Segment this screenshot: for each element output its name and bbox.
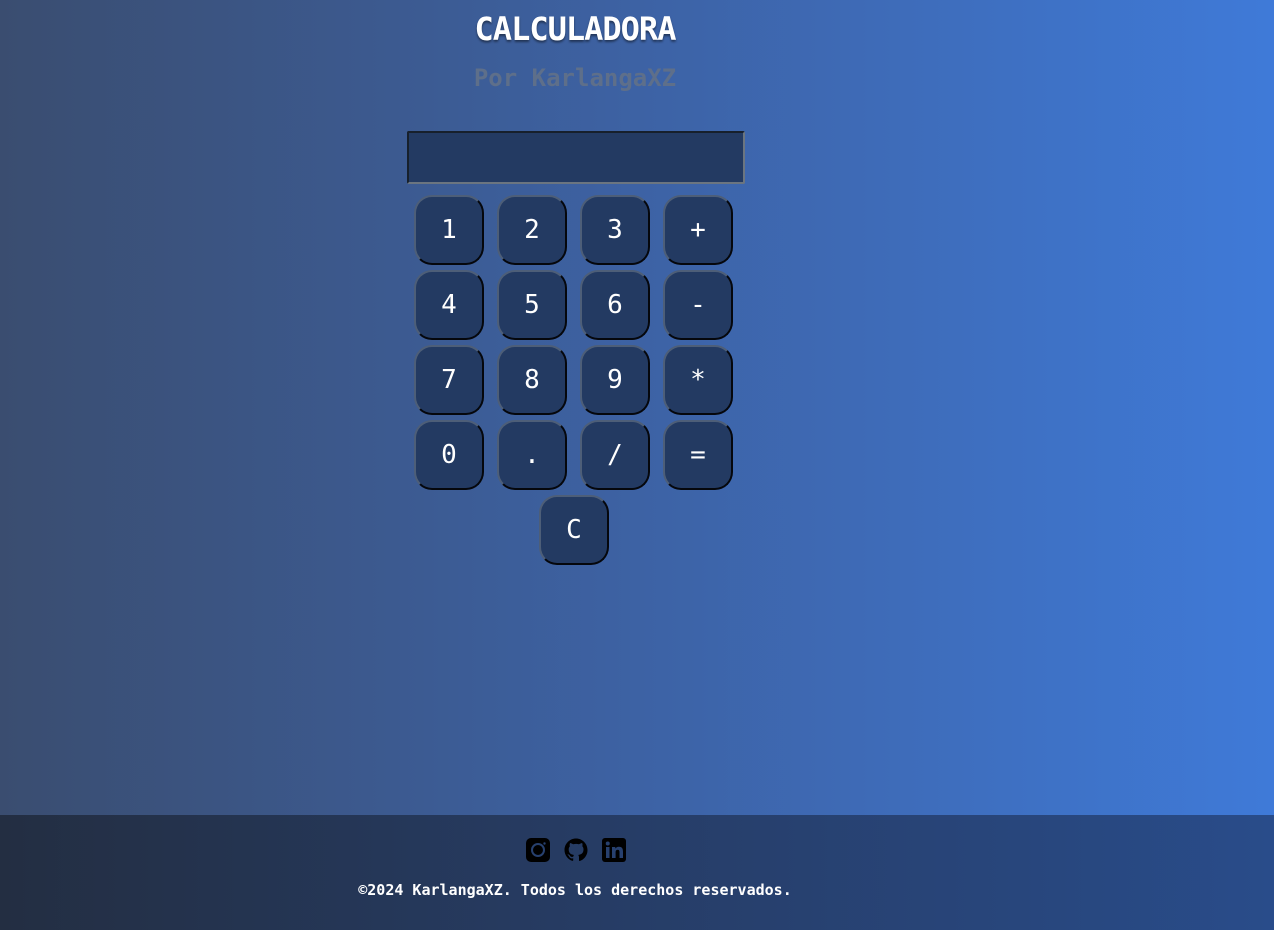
github-icon[interactable] [564,838,588,862]
key-9[interactable]: 9 [580,345,650,415]
key-1[interactable]: 1 [414,195,484,265]
page-subtitle: Por KarlangaXZ [473,64,677,92]
key-plus[interactable]: + [663,195,733,265]
key-5[interactable]: 5 [497,270,567,340]
key-equals[interactable]: = [663,420,733,490]
key-divide[interactable]: / [580,420,650,490]
key-7[interactable]: 7 [414,345,484,415]
calculator-page: CALCULADORA Por KarlangaXZ 1 2 3 + 4 5 6… [0,0,1274,815]
key-3[interactable]: 3 [580,195,650,265]
social-links [526,838,626,862]
key-8[interactable]: 8 [497,345,567,415]
instagram-icon[interactable] [526,838,550,862]
key-4[interactable]: 4 [414,270,484,340]
key-6[interactable]: 6 [580,270,650,340]
copyright-text: ©2024 KarlangaXZ. Todos los derechos res… [358,881,792,899]
key-clear[interactable]: C [539,495,609,565]
key-0[interactable]: 0 [414,420,484,490]
page-footer: ©2024 KarlangaXZ. Todos los derechos res… [0,815,1274,930]
key-decimal[interactable]: . [497,420,567,490]
page-title: CALCULADORA [474,10,677,48]
linkedin-icon[interactable] [602,838,626,862]
calculator-display [407,131,745,184]
key-multiply[interactable]: * [663,345,733,415]
key-minus[interactable]: - [663,270,733,340]
key-2[interactable]: 2 [497,195,567,265]
